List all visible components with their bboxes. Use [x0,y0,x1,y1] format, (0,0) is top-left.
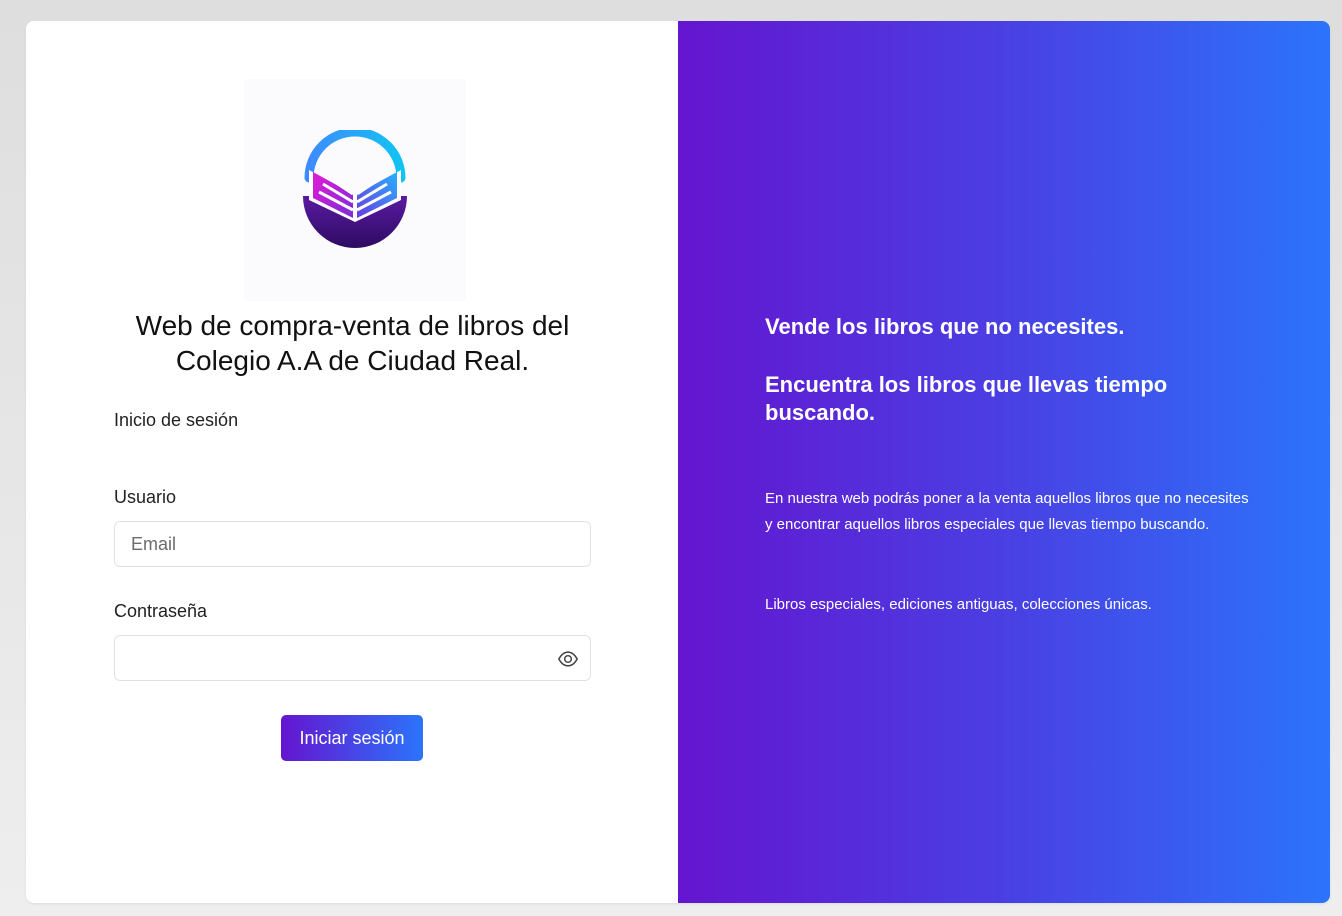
user-label: Usuario [114,487,177,507]
promo-heading-find: Encuentra los libros que llevas tiempo b… [765,372,1168,425]
promo-heading-sell: Vende los libros que no necesites. [765,314,1125,339]
page-title: Web de compra-venta de libros del Colegi… [135,310,570,376]
password-field[interactable] [115,636,590,680]
open-book-logo-icon [303,130,407,248]
email-field-wrapper [114,521,591,567]
email-field[interactable] [115,522,590,566]
logo-container [244,79,466,301]
promo-paragraph-features: Libros especiales, ediciones antiguas, c… [765,596,1152,613]
password-label: Contraseña [114,601,208,621]
promo-paragraph-description: En nuestra web podrás poner a la venta a… [765,490,1249,533]
eye-icon[interactable] [557,648,579,670]
login-panel: Web de compra-venta de libros del Colegi… [26,21,678,903]
login-card: Web de compra-venta de libros del Colegi… [26,21,1330,903]
promo-panel: Vende los libros que no necesites. Encue… [678,21,1330,903]
login-button[interactable]: Iniciar sesión [281,715,423,761]
login-subtitle: Inicio de sesión [114,410,239,430]
password-field-wrapper [114,635,591,681]
